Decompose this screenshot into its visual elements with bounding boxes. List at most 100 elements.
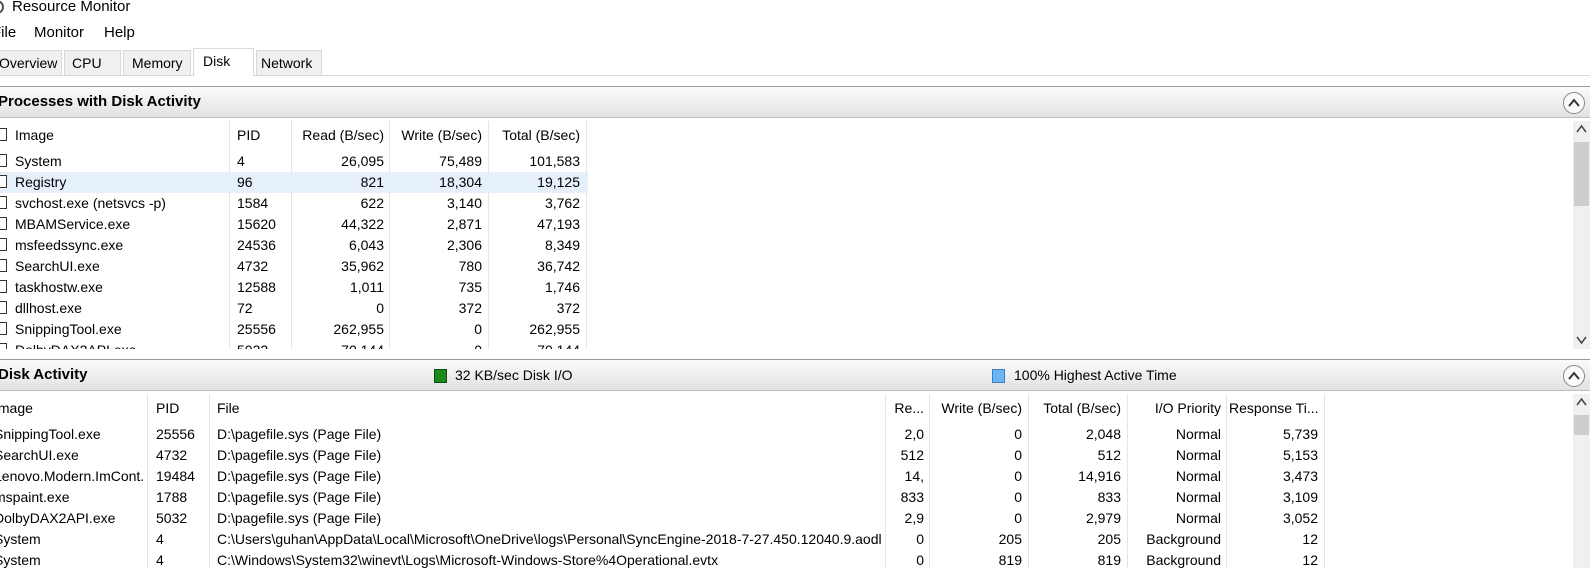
disk-activity-scrollbar[interactable] — [1573, 394, 1590, 568]
col-image[interactable]: Image — [0, 394, 144, 420]
disk-io-priority: Background — [1146, 552, 1221, 568]
col-pid[interactable]: PID — [237, 121, 287, 147]
table-row[interactable]: System 4 C:\Users\guhan\AppData\Local\Micr… — [0, 529, 1330, 550]
row-checkbox[interactable] — [0, 217, 7, 230]
col-write[interactable]: Write (B/sec) — [932, 394, 1022, 420]
tab-memory[interactable]: Memory — [123, 50, 191, 76]
table-row[interactable]: System 4 26,095 75,489 101,583 — [0, 151, 588, 172]
processes-section-header[interactable]: Processes with Disk Activity — [0, 86, 1590, 118]
process-total: 70,144 — [491, 342, 580, 349]
col-image[interactable]: Image — [15, 121, 225, 147]
menu-monitor[interactable]: Monitor — [34, 24, 84, 41]
process-image: taskhostw.exe — [15, 279, 103, 295]
disk-read: 2,9 — [904, 510, 924, 526]
disk-total: 2,979 — [1085, 510, 1121, 526]
table-row[interactable]: DolbyDAX2API.exe 5032 70,144 0 70,144 — [0, 340, 588, 349]
table-row[interactable]: SearchUI.exe 4732 D:\pagefile.sys (Page Fi… — [0, 445, 1330, 466]
disk-response-time: 5,153 — [1282, 447, 1318, 463]
col-total[interactable]: Total (B/sec) — [1031, 394, 1121, 420]
disk-pid: 5032 — [156, 510, 188, 526]
row-checkbox[interactable] — [0, 280, 7, 293]
table-row[interactable]: dllhost.exe 72 0 372 372 — [0, 298, 588, 319]
process-total: 372 — [556, 300, 580, 316]
tab-disk[interactable]: Disk — [193, 48, 254, 76]
processes-section-title: Processes with Disk Activity — [0, 93, 201, 110]
process-write: 0 — [474, 321, 482, 337]
row-checkbox[interactable] — [0, 175, 7, 188]
table-row[interactable]: msfeedssync.exe 24536 6,043 2,306 8,349 — [0, 235, 588, 256]
disk-io-priority: Normal — [1175, 447, 1221, 463]
scroll-thumb[interactable] — [1574, 142, 1589, 206]
col-read[interactable]: Read (B/sec) — [295, 121, 384, 147]
scroll-up-icon[interactable] — [1576, 397, 1587, 407]
resource-monitor-window: Resource Monitor File Monitor Help Overv… — [0, 0, 1590, 568]
table-row[interactable]: SearchUI.exe 4732 35,962 780 36,742 — [0, 256, 588, 277]
table-row[interactable]: taskhostw.exe 12588 1,011 735 1,746 — [0, 277, 588, 298]
process-write: 2,871 — [446, 216, 482, 232]
disk-io-priority: Normal — [1175, 510, 1221, 526]
collapse-chevron-up-icon[interactable] — [1563, 365, 1585, 387]
disk-total: 2,048 — [1085, 426, 1121, 442]
table-row[interactable]: Lenovo.Modern.ImCont... 19484 D:\pagefile.… — [0, 466, 1330, 487]
process-image: SearchUI.exe — [15, 258, 100, 274]
tab-cpu[interactable]: CPU — [64, 50, 121, 76]
col-pid[interactable]: PID — [156, 394, 206, 420]
row-checkbox[interactable] — [0, 343, 7, 349]
scroll-down-icon[interactable] — [1576, 335, 1587, 345]
scroll-thumb[interactable] — [1574, 415, 1589, 435]
disk-response-time: 12 — [1302, 552, 1318, 568]
disk-response-time: 5,739 — [1282, 426, 1318, 442]
processes-scrollbar[interactable] — [1573, 121, 1590, 349]
collapse-chevron-up-icon[interactable] — [1563, 92, 1585, 114]
row-checkbox[interactable] — [0, 154, 7, 167]
row-checkbox[interactable] — [0, 238, 7, 251]
process-write: 735 — [458, 279, 482, 295]
col-read[interactable]: Re... — [887, 394, 924, 420]
table-row[interactable]: mspaint.exe 1788 D:\pagefile.sys (Page Fil… — [0, 487, 1330, 508]
row-checkbox[interactable] — [0, 301, 7, 314]
disk-image: System — [0, 531, 41, 547]
disk-io-priority: Normal — [1175, 489, 1221, 505]
table-row[interactable]: System 4 C:\Windows\System32\winevt\Logs\M… — [0, 550, 1330, 568]
row-checkbox[interactable] — [0, 322, 7, 335]
disk-activity-section-header[interactable]: Disk Activity 32 KB/sec Disk I/O 100% Hi… — [0, 359, 1590, 391]
menu-file[interactable]: File — [0, 24, 16, 41]
disk-read: 0 — [916, 531, 924, 547]
col-io-priority[interactable]: I/O Priority — [1130, 394, 1221, 420]
table-row[interactable]: SnippingTool.exe 25556 D:\pagefile.sys (Pa… — [0, 424, 1330, 445]
disk-write: 0 — [1014, 468, 1022, 484]
disk-response-time: 3,052 — [1282, 510, 1318, 526]
process-write: 3,140 — [446, 195, 482, 211]
scroll-up-icon[interactable] — [1576, 124, 1587, 134]
col-total[interactable]: Total (B/sec) — [491, 121, 580, 147]
row-checkbox[interactable] — [0, 196, 7, 209]
process-write: 75,489 — [439, 153, 482, 169]
col-response-time[interactable]: Response Ti... — [1229, 394, 1318, 420]
process-pid: 25556 — [237, 321, 276, 337]
disk-read: 0 — [916, 552, 924, 568]
row-checkbox[interactable] — [0, 259, 7, 272]
process-image: MBAMService.exe — [15, 216, 131, 232]
table-row[interactable]: svchost.exe (netsvcs -p) 1584 622 3,140 3,76… — [0, 193, 588, 214]
disk-total: 512 — [1097, 447, 1121, 463]
table-row[interactable]: Registry 96 821 18,304 19,125 — [0, 172, 588, 193]
col-write[interactable]: Write (B/sec) — [392, 121, 482, 147]
tab-network[interactable]: Network — [256, 50, 322, 76]
disk-file: D:\pagefile.sys (Page File) — [217, 489, 382, 505]
process-write: 780 — [458, 258, 482, 274]
tab-overview[interactable]: Overview — [0, 50, 62, 76]
menu-help[interactable]: Help — [104, 24, 135, 41]
disk-read: 833 — [900, 489, 924, 505]
table-row[interactable]: MBAMService.exe 15620 44,322 2,871 47,193 — [0, 214, 588, 235]
col-file[interactable]: File — [217, 394, 877, 420]
disk-response-time: 12 — [1302, 531, 1318, 547]
disk-read: 512 — [900, 447, 924, 463]
process-pid: 24536 — [237, 237, 276, 253]
process-read: 26,095 — [341, 153, 384, 169]
title-bar: Resource Monitor — [0, 0, 1590, 20]
disk-write: 0 — [1014, 489, 1022, 505]
table-row[interactable]: DolbyDAX2API.exe 5032 D:\pagefile.sys (Pag… — [0, 508, 1330, 529]
table-row[interactable]: SnippingTool.exe 25556 262,955 0 262,955 — [0, 319, 588, 340]
select-all-checkbox[interactable] — [0, 128, 7, 141]
process-read: 70,144 — [295, 342, 384, 349]
